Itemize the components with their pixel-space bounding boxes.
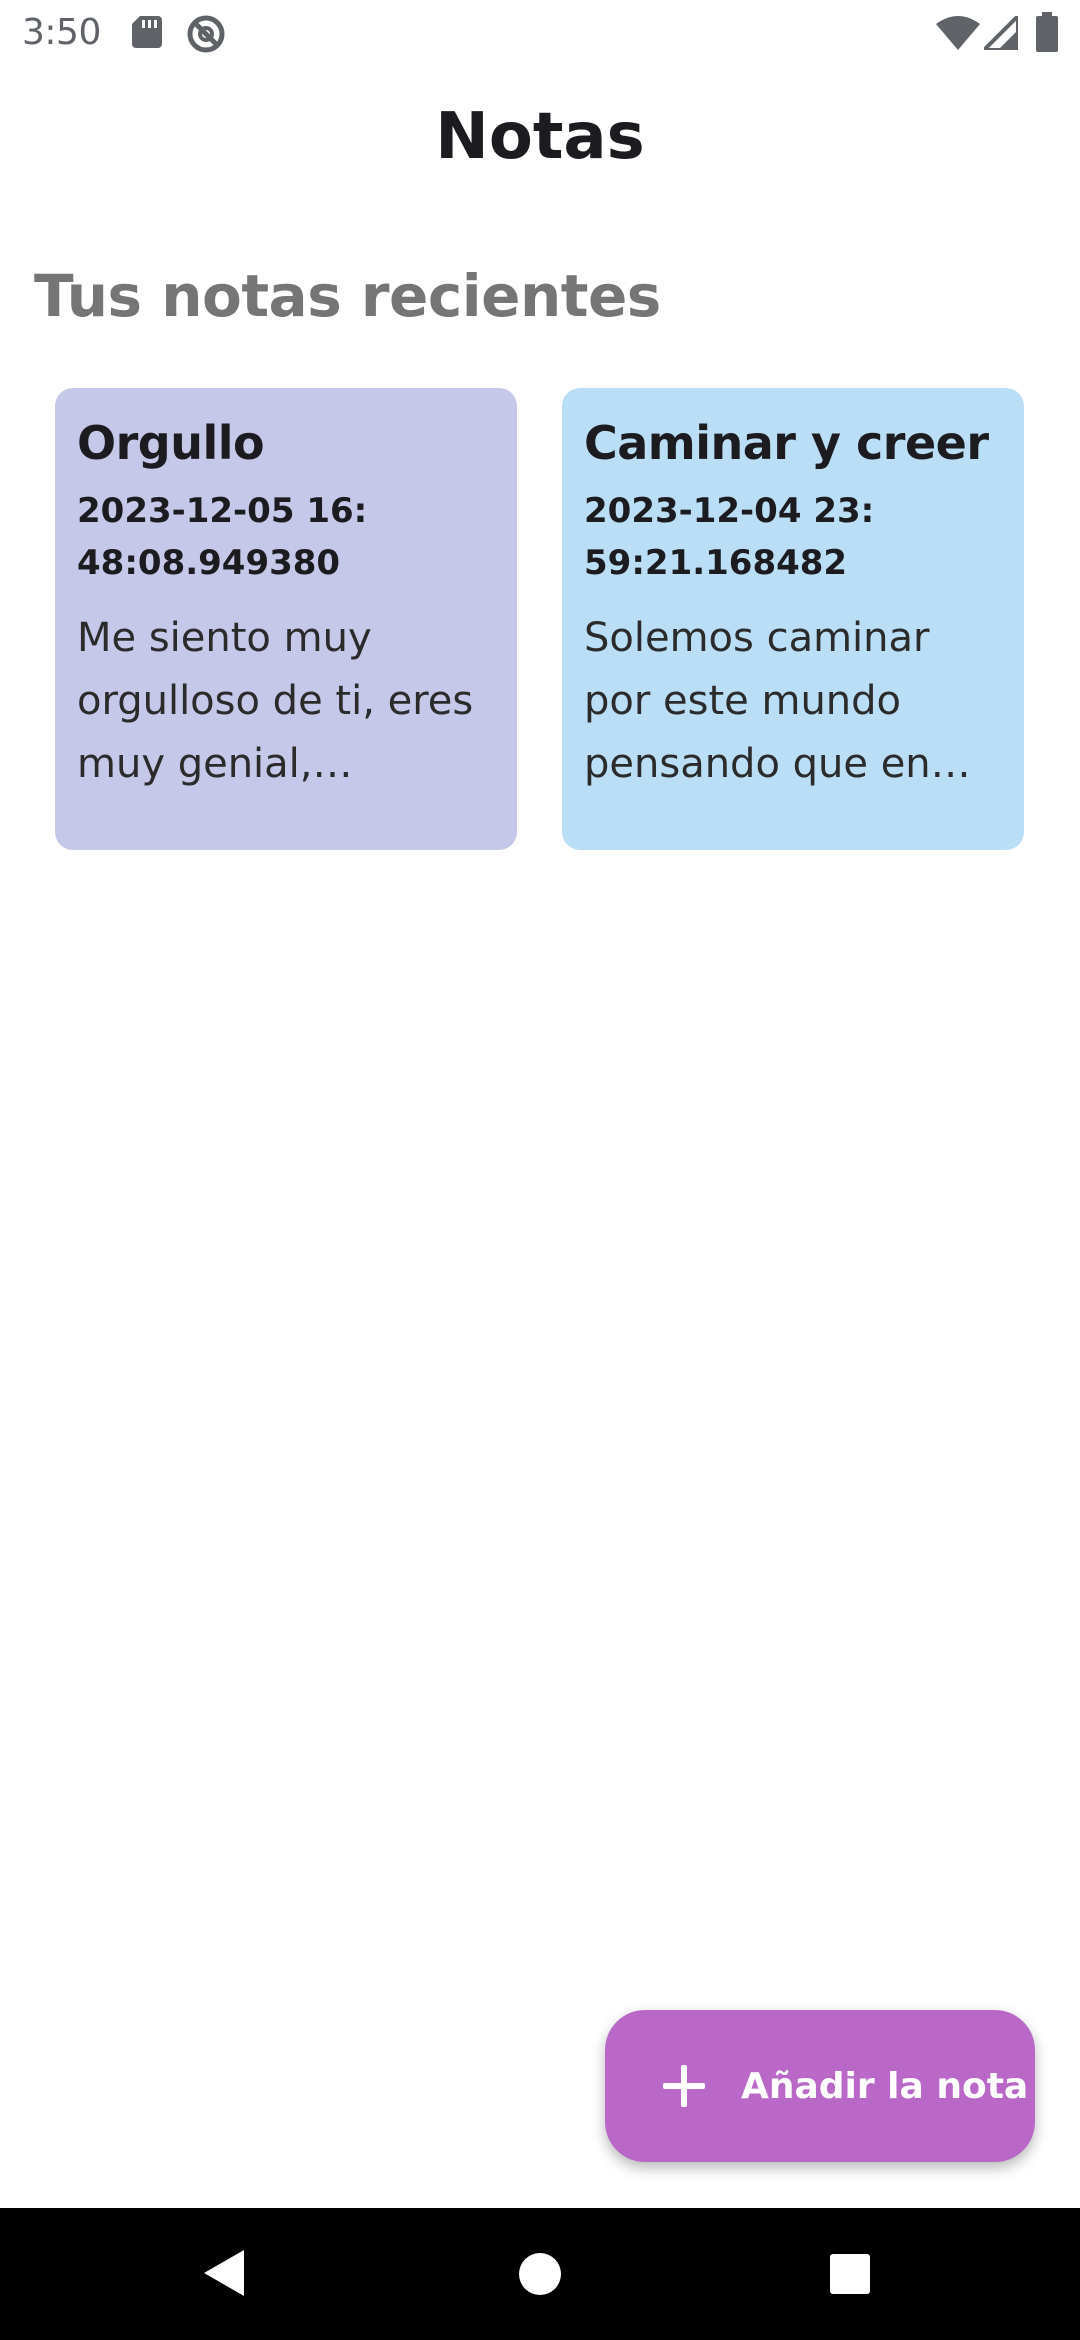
- plus-icon: [659, 2061, 709, 2111]
- back-icon[interactable]: [204, 2250, 244, 2296]
- status-time: 3:50: [22, 12, 101, 53]
- note-preview: Solemos caminar por este mundo pensando …: [584, 615, 931, 788]
- section-title: Tus notas recientes: [34, 262, 661, 330]
- battery-icon: [1036, 12, 1058, 52]
- home-icon[interactable]: [518, 2252, 562, 2296]
- note-title: Caminar y creer: [584, 416, 989, 470]
- add-note-button[interactable]: Añadir la nota: [605, 2010, 1035, 2162]
- note-title: Orgullo: [77, 416, 265, 470]
- status-bar: 3:50: [0, 0, 1080, 66]
- note-date: 2023-12-04 23:59:21.168482: [584, 491, 875, 584]
- sd-card-icon: [132, 16, 162, 48]
- note-preview: Me siento muy orgulloso de ti, eres muy …: [77, 615, 474, 788]
- cellular-signal-icon: [984, 16, 1018, 50]
- page-title: Notas: [435, 100, 645, 174]
- recents-icon[interactable]: [830, 2254, 870, 2294]
- navigation-bar: [0, 2208, 1080, 2340]
- wifi-icon: [936, 16, 980, 50]
- note-card-orgullo[interactable]: Orgullo 2023-12-05 16:48:08.949380 Me si…: [55, 388, 517, 850]
- add-note-label: Añadir la nota: [741, 2065, 1029, 2107]
- no-disturb-icon: [187, 15, 225, 53]
- note-date: 2023-12-05 16:48:08.949380: [77, 491, 368, 584]
- note-card-caminar-y-creer[interactable]: Caminar y creer 2023-12-04 23:59:21.1684…: [562, 388, 1024, 850]
